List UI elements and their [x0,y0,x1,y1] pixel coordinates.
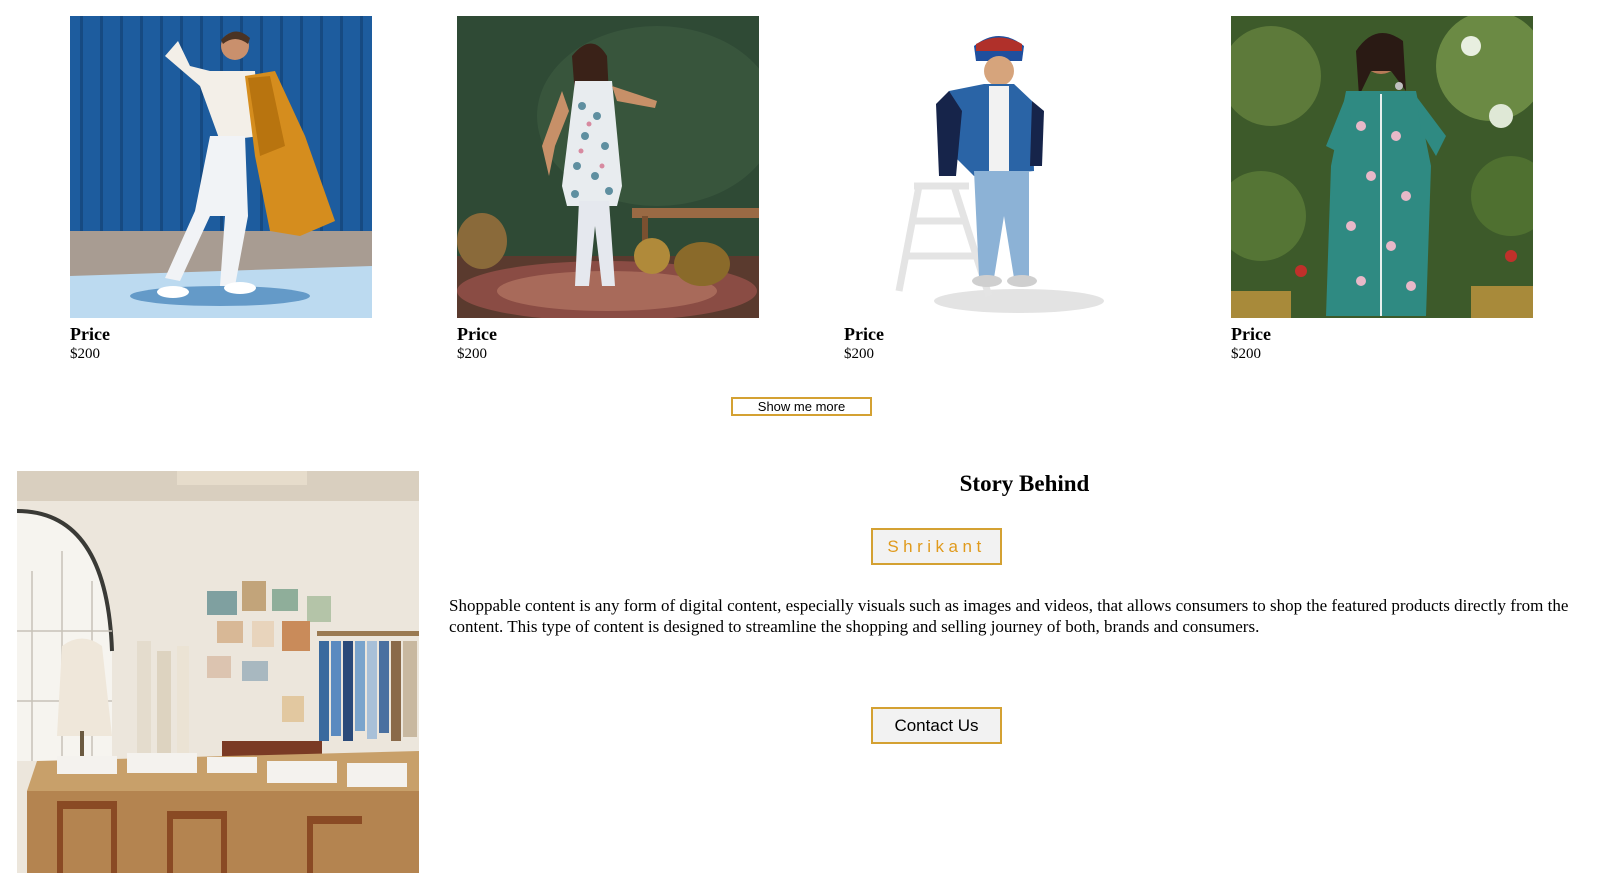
contact-us-button[interactable]: Contact Us [871,707,1002,744]
price-value: $200 [844,346,874,362]
price-value: $200 [1231,346,1261,362]
show-more-button[interactable]: Show me more [731,397,872,416]
author-button[interactable]: Shrikant [871,528,1002,565]
price-label: Price [844,324,884,344]
fashion-design-studio-photo [17,471,419,873]
boy-denim-jacket-stepladder-photo [844,16,1146,318]
story-text: Shoppable content is any form of digital… [449,596,1569,636]
story-image [17,471,419,873]
price-value: $200 [457,346,487,362]
product-card[interactable]: Price $200 [457,16,759,364]
product-image[interactable] [1231,16,1533,318]
product-card[interactable]: Price $200 [1231,16,1533,364]
price-label: Price [457,324,497,344]
product-image[interactable] [70,16,372,318]
story-title: Story Behind [449,469,1600,499]
price-label: Price [1231,324,1271,344]
product-grid: Price $200 Price $200 Price $200 Price $… [0,16,1600,364]
price-label: Price [70,324,110,344]
woman-floral-suit-green-wall-photo [457,16,759,318]
product-image[interactable] [844,16,1146,318]
price-value: $200 [70,346,100,362]
product-card[interactable]: Price $200 [844,16,1146,364]
man-white-outfit-orange-coat-photo [70,16,372,318]
product-card[interactable]: Price $200 [70,16,372,364]
product-image[interactable] [457,16,759,318]
woman-teal-floral-kurta-garden-photo [1231,16,1533,318]
story-title-text: Story Behind [959,471,1090,496]
